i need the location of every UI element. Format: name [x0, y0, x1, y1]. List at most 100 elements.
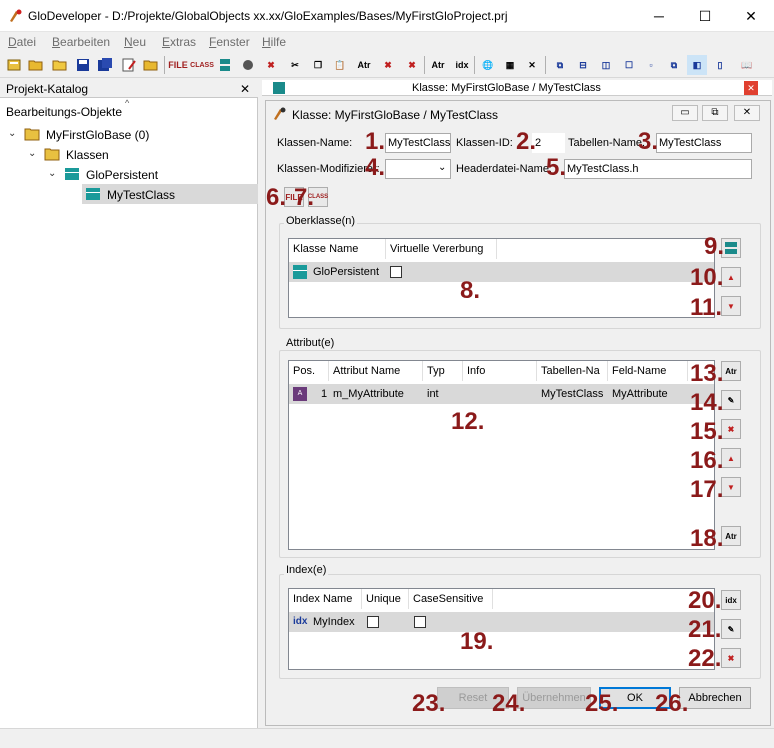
- menu-bearbeiten[interactable]: Bearbeiten: [52, 35, 110, 49]
- column-header[interactable]: Virtuelle Vererbung: [386, 239, 497, 259]
- save-icon[interactable]: [73, 55, 93, 75]
- edit-attribute-icon[interactable]: ✎: [721, 390, 741, 410]
- folder-open-icon[interactable]: [26, 55, 46, 75]
- file-icon[interactable]: FILE: [168, 55, 188, 75]
- catalog-close-icon[interactable]: ✕: [240, 82, 250, 96]
- menu-datei[interactable]: Datei: [8, 35, 36, 49]
- delete-attr-icon[interactable]: ✖: [378, 55, 398, 75]
- class-name-input[interactable]: MyTestClass: [385, 133, 451, 153]
- column-header[interactable]: Pos.: [289, 361, 329, 381]
- menu-hilfe[interactable]: Hilfe: [262, 35, 286, 49]
- expand-chevron-icon[interactable]: ⌄: [28, 149, 38, 159]
- apply-button[interactable]: Übernehmen: [517, 687, 591, 709]
- column-header[interactable]: Feld-Name: [608, 361, 688, 381]
- tree-item-base[interactable]: MyFirstGloBase (0): [46, 128, 149, 142]
- menu-fenster[interactable]: Fenster: [209, 35, 250, 49]
- grid-icon[interactable]: ▦: [500, 55, 520, 75]
- expand-chevron-icon[interactable]: ⌄: [48, 169, 58, 179]
- callout-9: 9.: [704, 233, 725, 260]
- edit-icon[interactable]: [119, 55, 139, 75]
- toolbar-new-icon[interactable]: [4, 55, 24, 75]
- case-sensitive-checkbox[interactable]: [414, 616, 426, 628]
- dialog-titlebar: Klasse: MyFirstGloBase / MyTestClass ▭ ⧉…: [266, 101, 770, 127]
- new-index-button[interactable]: idx: [721, 590, 741, 610]
- move-down-icon[interactable]: ▼: [721, 296, 741, 316]
- delete-index-icon[interactable]: ✖: [721, 648, 741, 668]
- close-window-button[interactable]: ✕: [728, 0, 774, 32]
- folder-edit-icon[interactable]: [141, 55, 161, 75]
- class-id-input[interactable]: 2: [532, 133, 565, 153]
- new-attribute-button[interactable]: Atr: [721, 361, 741, 381]
- table-name-input[interactable]: MyTestClass: [656, 133, 752, 153]
- index-icon: idx: [293, 616, 308, 627]
- catalog-header: Projekt-Katalog ✕: [0, 80, 258, 98]
- index-group-label: Index(e): [284, 564, 329, 576]
- menu-neu[interactable]: Neu: [124, 35, 146, 49]
- remove-icon[interactable]: ✖: [402, 55, 422, 75]
- delete-attribute-icon[interactable]: ✖: [721, 419, 741, 439]
- tools-icon[interactable]: ✕: [522, 55, 542, 75]
- cascade-icon[interactable]: ⧉: [550, 55, 570, 75]
- window-titlebar: GloDeveloper - D:/Projekte/GlobalObjects…: [0, 0, 774, 32]
- minimize-button[interactable]: ─: [636, 0, 682, 32]
- column-header[interactable]: Info: [463, 361, 537, 381]
- help-book-icon[interactable]: 📖: [737, 55, 757, 75]
- column-header[interactable]: Klasse Name: [289, 239, 386, 259]
- callout-6: 6.: [266, 184, 287, 211]
- dialog-restore-icon[interactable]: ⧉: [702, 105, 728, 121]
- tool-icon[interactable]: [238, 55, 258, 75]
- doc-tab-close-icon[interactable]: ✕: [744, 81, 758, 95]
- move-up-icon[interactable]: ▲: [721, 267, 741, 287]
- attribute-icon[interactable]: Atr: [354, 55, 374, 75]
- window-small-icon[interactable]: ▫: [641, 55, 661, 75]
- column-header[interactable]: Unique: [362, 589, 409, 609]
- column-header[interactable]: Typ: [423, 361, 463, 381]
- tree-item-classes[interactable]: Klassen: [66, 148, 109, 162]
- tile-vertical-icon[interactable]: ◫: [596, 55, 616, 75]
- panel-left-icon[interactable]: ◧: [687, 55, 707, 75]
- callout-18: 18.: [690, 525, 724, 552]
- column-header[interactable]: Index Name: [289, 589, 362, 609]
- superclass-icon[interactable]: [215, 55, 235, 75]
- callout-21: 21.: [688, 616, 722, 643]
- callout-3: 3.: [638, 128, 659, 155]
- paste-icon[interactable]: 📋: [330, 55, 350, 75]
- expand-chevron-icon[interactable]: ⌄: [8, 129, 18, 139]
- edit-index-icon[interactable]: ✎: [721, 619, 741, 639]
- column-header[interactable]: CaseSensitive: [409, 589, 493, 609]
- column-header[interactable]: Tabellen-Na: [537, 361, 608, 381]
- unique-checkbox[interactable]: [367, 616, 379, 628]
- panel-icon[interactable]: ▯: [710, 55, 730, 75]
- folder-icon[interactable]: [50, 55, 70, 75]
- chevron-down-icon[interactable]: ⌄: [438, 162, 446, 173]
- menu-extras[interactable]: Extras: [162, 35, 196, 49]
- copy-icon[interactable]: ❐: [308, 55, 328, 75]
- attribute-down-icon[interactable]: ▼: [721, 477, 741, 497]
- tree-item-glopersistent[interactable]: GloPersistent: [86, 168, 158, 182]
- window-icon[interactable]: ☐: [619, 55, 639, 75]
- cut-icon[interactable]: ✂: [285, 55, 305, 75]
- class-icon[interactable]: CLASS: [190, 55, 214, 75]
- callout-8: 8.: [460, 277, 481, 304]
- attribute-list-icon[interactable]: Atr: [721, 526, 741, 546]
- cancel-button[interactable]: Abbrechen: [679, 687, 751, 709]
- virtual-inheritance-checkbox[interactable]: [390, 266, 402, 278]
- column-header[interactable]: Attribut Name: [329, 361, 423, 381]
- tile-horizontal-icon[interactable]: ⊟: [573, 55, 593, 75]
- index-table: Index Name Unique CaseSensitive idx MyIn…: [288, 588, 715, 670]
- index-icon[interactable]: idx: [452, 55, 472, 75]
- dialog-minimize-icon[interactable]: ▭: [672, 105, 698, 121]
- project-catalog-panel: Projekt-Katalog ✕ Bearbeitungs-Objekte ^…: [0, 80, 258, 728]
- new-attribute-icon[interactable]: Atr: [428, 55, 448, 75]
- dialog-close-icon[interactable]: ✕: [734, 105, 760, 121]
- windows-icon[interactable]: ⧉: [664, 55, 684, 75]
- header-file-input[interactable]: MyTestClass.h: [564, 159, 752, 179]
- attribute-up-icon[interactable]: ▲: [721, 448, 741, 468]
- delete-icon[interactable]: ✖: [261, 55, 281, 75]
- save-all-icon[interactable]: [95, 55, 115, 75]
- tree-item-mytestclass[interactable]: MyTestClass: [107, 188, 175, 202]
- globe-icon[interactable]: 🌐: [478, 55, 498, 75]
- maximize-button[interactable]: ☐: [682, 0, 728, 32]
- attribute-table: Pos. Attribut Name Typ Info Tabellen-Na …: [288, 360, 715, 550]
- superclass-name: GloPersistent: [313, 266, 380, 278]
